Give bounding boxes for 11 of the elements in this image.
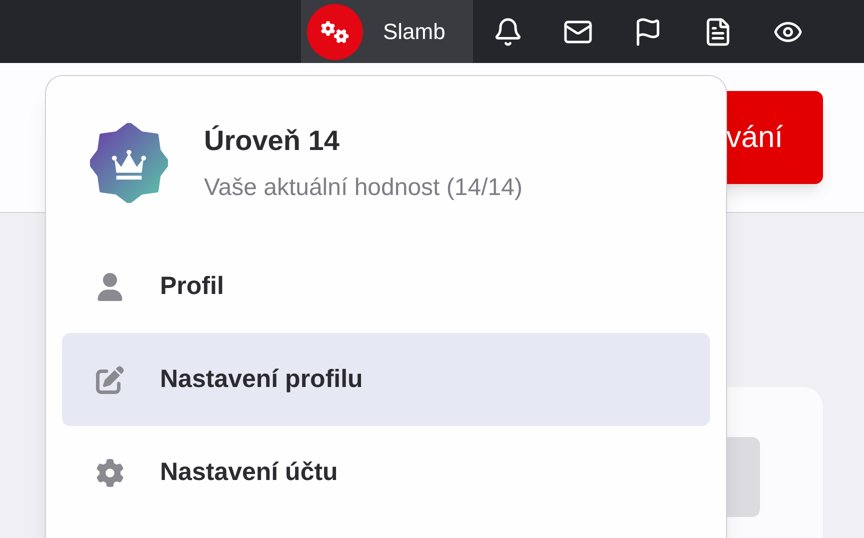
bell-icon (493, 16, 523, 46)
user-menu-button[interactable]: Slamb (301, 0, 473, 63)
rank-subtitle: Vaše aktuální hodnost (14/14) (204, 173, 522, 203)
edit-icon (96, 366, 124, 394)
crown-badge-icon (90, 123, 168, 203)
menu-item[interactable]: Nastavení profilu (62, 333, 710, 426)
rank-title: Úroveň 14 (204, 124, 340, 158)
user-icon (96, 272, 124, 300)
menu-item[interactable]: Nastavení účtu (62, 426, 710, 519)
settings-icon (96, 458, 124, 486)
menu-item[interactable]: Profil (62, 240, 710, 333)
